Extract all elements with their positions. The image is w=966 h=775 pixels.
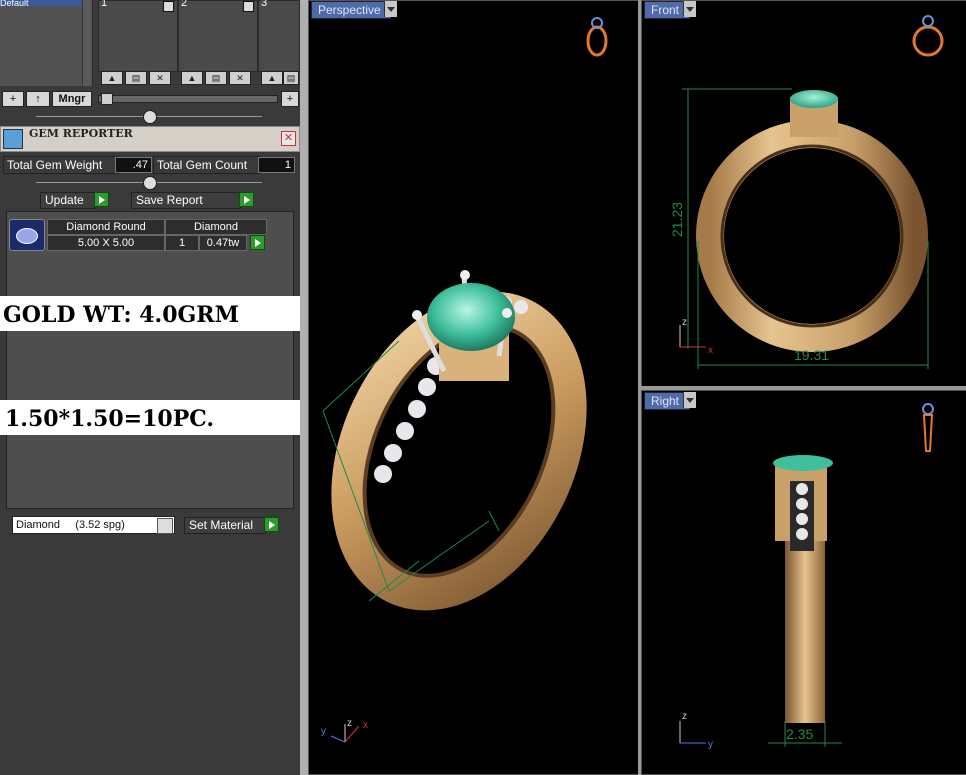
layer-default[interactable]: Default [0, 0, 82, 6]
gem-weight-cell: 0.47tw [199, 235, 247, 251]
panel-splitter[interactable] [300, 0, 308, 775]
save-report-button[interactable]: Save Report [131, 192, 241, 209]
collapse-knob[interactable] [143, 110, 157, 124]
axis-y-label: y [321, 726, 326, 737]
right-width-dimension: 2.35 [786, 726, 813, 742]
panel-title: GEM REPORTER [29, 127, 133, 140]
update-button[interactable]: Update [40, 192, 96, 209]
ring-icon [922, 403, 934, 452]
perspective-viewport[interactable]: Perspective z x y [308, 0, 640, 775]
save-icon[interactable]: ▤ [125, 71, 147, 85]
gold-weight-note: GOLD WT: 4.0GRM [0, 296, 300, 331]
stone-count-note: 1.50*1.50=10PC. [0, 400, 300, 435]
close-icon[interactable]: ✕ [281, 131, 296, 146]
layer-slot-1[interactable]: 1 [98, 0, 178, 72]
layer-slider[interactable] [98, 93, 278, 105]
axis-x-label: x [708, 345, 713, 356]
layer-slot-2[interactable]: 2 [178, 0, 258, 72]
play-icon[interactable] [264, 517, 279, 532]
play-icon[interactable] [94, 192, 109, 207]
play-icon[interactable] [250, 235, 265, 250]
left-panel: Default 1 2 3 ▲ ▤ ✕ ▲ ▤ ✕ ▲ ▤ + ↑ Mngr +… [0, 0, 300, 775]
front-height-dimension: 21.23 [669, 202, 685, 237]
set-material-button[interactable]: Set Material [184, 517, 266, 534]
close-icon[interactable]: ✕ [149, 71, 171, 85]
add-layer-button[interactable]: + [2, 91, 24, 107]
ring-icon [912, 15, 944, 57]
add-button[interactable]: + [281, 91, 299, 107]
slider-handle[interactable] [101, 93, 113, 105]
move-up-button[interactable]: ↑ [26, 91, 50, 107]
gem-reporter-header: GEM REPORTER ✕ [0, 126, 300, 152]
front-viewport[interactable]: Front 21.23 19.31 z x [641, 0, 966, 388]
total-gem-count-value: 1 [258, 157, 295, 173]
gem-size-cell: 5.00 X 5.00 [47, 235, 165, 251]
axis-gizmo: z x y [321, 718, 368, 743]
close-icon[interactable]: ✕ [229, 71, 251, 85]
gem-shape-icon [9, 219, 45, 251]
gem-type-header: Diamond Round [47, 219, 165, 235]
total-gem-weight-label: Total Gem Weight [3, 156, 119, 174]
up-arrow-icon[interactable]: ▲ [101, 71, 123, 85]
front-width-dimension: 19.31 [794, 347, 829, 363]
total-gem-count-label: Total Gem Count [153, 156, 261, 174]
play-icon[interactable] [239, 192, 254, 207]
slot-number: 1 [101, 0, 108, 9]
right-viewport[interactable]: Right 2.35 z y [641, 390, 966, 775]
up-arrow-icon[interactable]: ▲ [181, 71, 203, 85]
layer-slot-3[interactable]: 3 [258, 0, 300, 72]
material-header: Diamond [165, 219, 267, 235]
gem-table: Diamond Round Diamond 5.00 X 5.00 1 0.47… [6, 211, 294, 509]
ring-icon [586, 17, 608, 57]
ring-3d-render [322, 270, 587, 611]
gem-qty-cell: 1 [165, 235, 199, 251]
chevron-down-icon[interactable] [157, 518, 173, 534]
save-icon[interactable]: ▤ [283, 71, 299, 85]
layer-scrollbar[interactable] [82, 0, 91, 86]
layer-list[interactable]: Default [0, 0, 93, 86]
up-arrow-icon[interactable]: ▲ [261, 71, 283, 85]
axis-x-label: x [363, 720, 368, 731]
manager-button[interactable]: Mngr [52, 91, 92, 107]
gem-reporter-icon [3, 129, 23, 149]
save-icon[interactable]: ▤ [205, 71, 227, 85]
axis-z-label: z [682, 711, 687, 722]
axis-z-label: z [347, 718, 352, 729]
total-gem-weight-value: .47 [115, 157, 152, 173]
play-icon[interactable] [163, 1, 174, 12]
material-select-value: Diamond (3.52 spg) [16, 519, 125, 531]
axis-y-label: y [708, 739, 713, 750]
axis-z-label: z [682, 317, 687, 328]
slot-number: 2 [181, 0, 188, 9]
collapse-knob[interactable] [143, 176, 157, 190]
material-select[interactable]: Diamond (3.52 spg) [12, 516, 175, 534]
play-icon[interactable] [243, 1, 254, 12]
slot-number: 3 [261, 0, 268, 9]
